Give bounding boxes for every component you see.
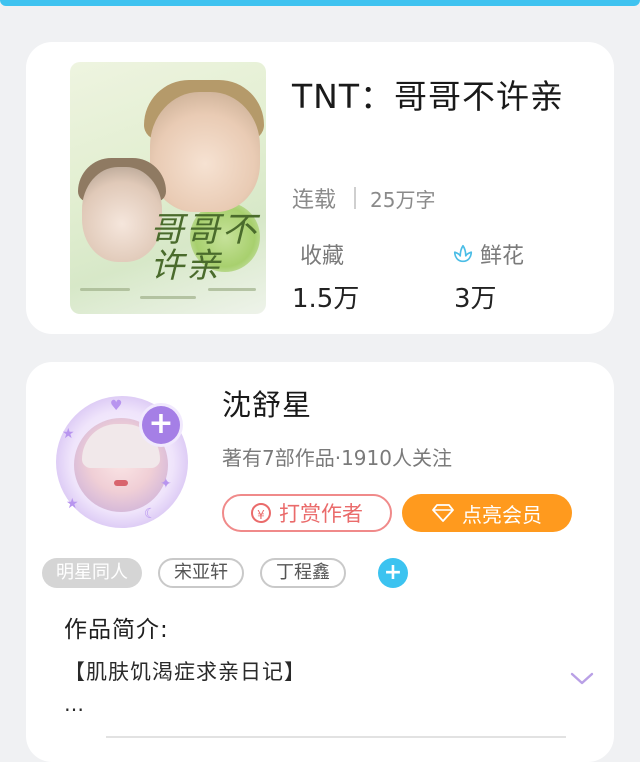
book-status-row: 连载 25万字 xyxy=(292,182,435,214)
follow-author-button[interactable]: + xyxy=(142,406,180,444)
yen-coin-icon: ¥ xyxy=(251,503,271,523)
tag-category[interactable]: 明星同人 xyxy=(42,558,142,588)
cover-title-art: 哥哥不许亲 xyxy=(150,210,258,286)
star-icon: ★ xyxy=(62,426,75,442)
author-meta: 著有7部作品·1910人关注 xyxy=(222,446,452,470)
author-card: ★ ★ ☾ ♥ ✦ + 沈舒星 著有7部作品·1910人关注 ¥ 打赏作者 点亮… xyxy=(26,362,614,762)
heart-icon: ♥ xyxy=(110,398,123,414)
flower-icon xyxy=(453,244,473,263)
diamond-icon xyxy=(432,504,454,522)
star-icon: ✦ xyxy=(160,476,172,492)
moon-icon: ☾ xyxy=(144,506,157,522)
top-accent-bar xyxy=(0,0,640,6)
divider xyxy=(106,736,566,738)
intro-ellipsis: … xyxy=(64,692,86,716)
cover-credit-line xyxy=(140,296,196,299)
book-title: TNT：哥哥不许亲 xyxy=(292,77,565,116)
cover-credit-line xyxy=(208,288,256,291)
flowers-label: 鲜花 xyxy=(480,244,525,269)
star-icon: ★ xyxy=(66,496,79,512)
avatar-lips xyxy=(114,480,128,486)
book-cover[interactable]: 哥哥不许亲 xyxy=(70,62,266,314)
tag-character[interactable]: 宋亚轩 xyxy=(158,558,244,588)
word-count: 25万字 xyxy=(370,187,436,212)
chevron-down-icon[interactable] xyxy=(570,672,594,686)
favorites-count: 1.5万 xyxy=(292,284,360,314)
tag-list: 明星同人 宋亚轩 丁程鑫 + xyxy=(42,558,408,588)
cover-figure-face xyxy=(150,92,260,212)
intro-heading: 作品简介: xyxy=(64,617,169,643)
reward-label: 打赏作者 xyxy=(279,502,363,526)
flowers-label-wrap[interactable]: 鲜花 xyxy=(452,238,524,270)
author-name[interactable]: 沈舒星 xyxy=(222,382,312,424)
divider xyxy=(354,187,357,209)
activate-vip-button[interactable]: 点亮会员 xyxy=(402,494,572,532)
tag-character[interactable]: 丁程鑫 xyxy=(260,558,346,588)
serial-status: 连载 xyxy=(292,188,337,213)
reward-author-button[interactable]: ¥ 打赏作者 xyxy=(222,494,392,532)
flowers-count: 3万 xyxy=(454,284,497,314)
favorites-label: 收藏 xyxy=(300,244,345,269)
book-info-card: 哥哥不许亲 TNT：哥哥不许亲 连载 25万字 收藏 鲜花 1.5万 3万 xyxy=(26,42,614,334)
add-tag-button[interactable]: + xyxy=(378,558,408,588)
vip-label: 点亮会员 xyxy=(462,502,542,527)
cover-credit-line xyxy=(80,288,130,291)
intro-text: 【肌肤饥渴症求亲日记】 xyxy=(64,660,306,684)
